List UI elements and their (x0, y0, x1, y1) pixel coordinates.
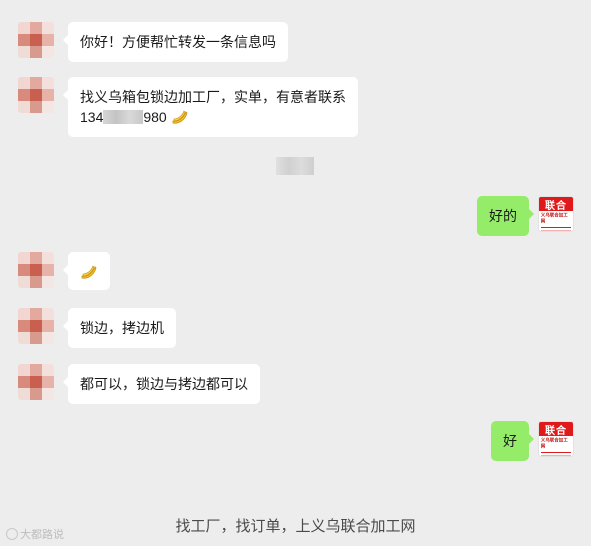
message-text: 好 (503, 433, 517, 449)
phone-redaction (103, 110, 144, 124)
contact-avatar[interactable] (18, 22, 54, 58)
message-row: 你好！方便帮忙转发一条信息吗 (0, 22, 591, 62)
watermark-logo-icon (6, 528, 18, 540)
contact-avatar[interactable] (18, 364, 54, 400)
banana-emoji-icon (81, 265, 97, 279)
message-bubble[interactable]: 锁边，拷边机 (63, 308, 176, 348)
message-row (0, 252, 591, 292)
message-row: 找义乌箱包锁边加工厂，实单，有意者联系 134 980 (0, 77, 591, 137)
message-row: 好 联合 义乌联合加工网 (0, 421, 591, 461)
contact-avatar[interactable] (18, 308, 54, 344)
message-bubble[interactable]: 好的 (477, 196, 534, 236)
message-bubble[interactable]: 都可以，锁边与拷边都可以 (63, 364, 260, 404)
logo-subtitle: 义乌联合加工网 (540, 437, 568, 450)
phone-suffix: 980 (143, 109, 167, 125)
message-text: 找义乌箱包锁边加工厂，实单，有意者联系 (80, 89, 346, 105)
phone-prefix: 134 (80, 109, 104, 125)
contact-avatar[interactable] (18, 252, 54, 288)
message-bubble[interactable]: 好 (491, 421, 534, 461)
message-bubble[interactable]: 你好！方便帮忙转发一条信息吗 (63, 22, 288, 62)
message-row: 好的 联合 义乌联合加工网 (0, 196, 591, 236)
message-row: 都可以，锁边与拷边都可以 (0, 364, 591, 404)
logo-title: 联合 (539, 197, 573, 212)
blurred-avatar-icon (18, 252, 54, 288)
message-bubble[interactable] (63, 252, 110, 290)
message-text: 你好！方便帮忙转发一条信息吗 (80, 34, 276, 50)
message-bubble[interactable]: 找义乌箱包锁边加工厂，实单，有意者联系 134 980 (63, 77, 358, 137)
watermark-text: 大都路说 (20, 529, 64, 541)
blurred-avatar-icon (18, 77, 54, 113)
lianhe-logo-icon: 联合 义乌联合加工网 (539, 422, 573, 456)
banana-emoji-icon (172, 110, 188, 124)
timestamp-redacted (276, 157, 314, 175)
message-text: 好的 (489, 208, 517, 224)
my-avatar[interactable]: 联合 义乌联合加工网 (538, 421, 574, 457)
lianhe-logo-icon: 联合 义乌联合加工网 (539, 197, 573, 231)
blurred-avatar-icon (18, 364, 54, 400)
footer-caption: 找工厂，找订单，上义乌联合加工网 (175, 518, 416, 535)
blurred-avatar-icon (18, 308, 54, 344)
message-text: 都可以，锁边与拷边都可以 (80, 376, 248, 392)
blurred-avatar-icon (18, 22, 54, 58)
logo-subtitle: 义乌联合加工网 (540, 212, 568, 225)
logo-title: 联合 (539, 422, 573, 437)
message-text: 锁边，拷边机 (80, 320, 164, 336)
message-row: 锁边，拷边机 (0, 308, 591, 348)
watermark: 大都路说 (6, 526, 64, 542)
contact-avatar[interactable] (18, 77, 54, 113)
message-phone-line: 134 980 (80, 107, 346, 127)
my-avatar[interactable]: 联合 义乌联合加工网 (538, 196, 574, 232)
